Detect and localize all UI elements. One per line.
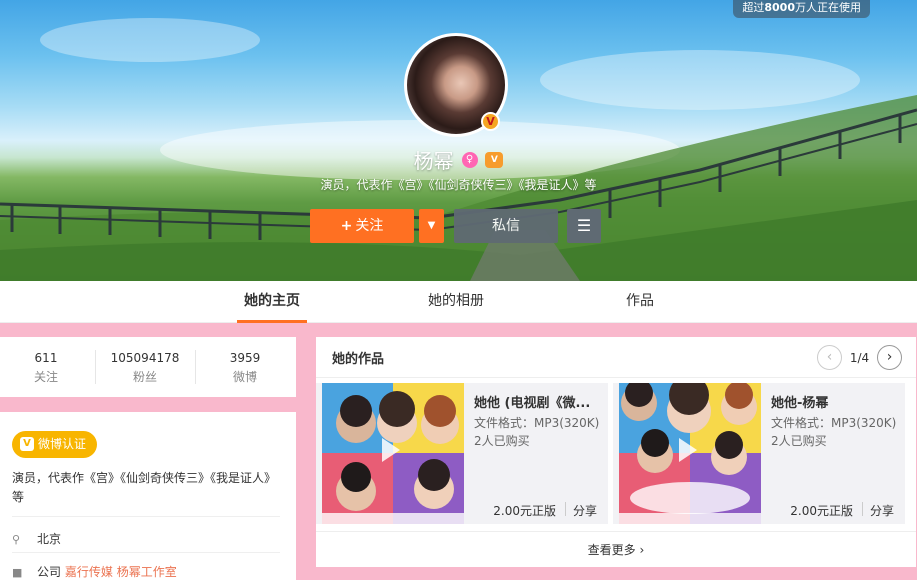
divider (12, 552, 280, 553)
stat-following[interactable]: 611 关注 (0, 351, 95, 385)
profile-cover: 超过8000万人正在使用 V 杨幂 ♀ V 演员，代表作《宫》《仙剑奇侠传三》《… (0, 0, 917, 281)
follow-label: 关注 (355, 218, 384, 234)
users-online-banner: 超过8000万人正在使用 (733, 0, 870, 18)
follow-button[interactable]: + 关注 (310, 209, 414, 243)
profile-name: 杨幂 (413, 149, 454, 173)
location-row: ⚲ 北京 (12, 530, 280, 547)
work-card[interactable]: 她他 (电视剧《微... 文件格式：MP3(320K) 2人已购买 2.00元正… (316, 383, 608, 524)
vip-icon[interactable]: V (485, 151, 504, 168)
work-buyers: 2人已购买 (771, 434, 827, 448)
tab-photos[interactable]: 她的相册 (421, 281, 491, 323)
weibo-verified-badge[interactable]: V 微博认证 (12, 431, 98, 458)
stat-followers[interactable]: 105094178 粉丝 (96, 351, 194, 385)
stat-label: 粉丝 (132, 370, 157, 384)
divider (316, 531, 916, 532)
work-format: 文件格式：MP3(320K) (771, 416, 897, 430)
location-value: 北京 (37, 532, 62, 546)
works-pager: ‹ 1/4 › (817, 345, 902, 371)
company-link-2[interactable]: 杨幂工作室 (117, 565, 177, 579)
page-indicator: 1/4 (849, 350, 870, 365)
company-link-1[interactable]: 嘉行传媒 (65, 565, 113, 579)
plus-icon: + (340, 218, 353, 234)
stat-value: 105094178 (110, 351, 180, 365)
work-price[interactable]: 2.00元正版 (790, 502, 853, 519)
work-cover-image[interactable] (322, 383, 464, 524)
play-icon[interactable] (679, 438, 697, 462)
profile-bio: 演员，代表作《宫》《仙剑奇侠传三》《我是证人》等 (320, 178, 597, 192)
briefcase-icon: ■ (12, 566, 23, 579)
work-price[interactable]: 2.00元正版 (493, 502, 556, 519)
more-menu-button[interactable]: ☰ (567, 209, 601, 243)
work-buyers: 2人已购买 (474, 434, 530, 448)
works-panel: 她的作品 ‹ 1/4 › 她他 (电视剧《微... 文件格式：MP3(320K) (316, 337, 916, 567)
next-page-button[interactable]: › (877, 345, 902, 370)
work-cover-image[interactable] (619, 383, 761, 524)
work-title[interactable]: 她他-杨幂 (771, 392, 899, 411)
info-panel: V 微博认证 演员，代表作《宫》《仙剑奇侠传三》《我是证人》等 ⚲ 北京 ■ 公司 嘉… (0, 412, 296, 580)
v-badge-icon: V (481, 112, 500, 131)
verified-label: 微博认证 (38, 437, 87, 451)
share-button[interactable]: 分享 (870, 502, 894, 519)
stat-label: 关注 (33, 370, 58, 384)
view-more-label: 查看更多 (587, 543, 636, 557)
divider (316, 377, 916, 378)
play-icon[interactable] (382, 438, 400, 462)
work-title[interactable]: 她他 (电视剧《微... (474, 392, 602, 411)
stats-panel: 611 关注 105094178 粉丝 3959 微博 (0, 337, 296, 397)
stat-value: 3959 (229, 351, 261, 365)
share-button[interactable]: 分享 (573, 502, 597, 519)
users-count: 8000 (764, 1, 795, 14)
company-label: 公司 (37, 565, 62, 579)
view-more-link[interactable]: 查看更多 › (316, 541, 916, 558)
profile-tabs: 她的主页 她的相册 作品 (0, 281, 917, 323)
stat-value: 611 (34, 351, 58, 365)
info-bio: 演员，代表作《宫》《仙剑奇侠传三》《我是证人》等 (12, 471, 271, 504)
tab-home[interactable]: 她的主页 (237, 281, 307, 323)
company-row: ■ 公司 嘉行传媒 杨幂工作室 (12, 563, 280, 580)
divider (565, 502, 566, 516)
profile-name-row: 杨幂 ♀ V (0, 145, 917, 173)
work-card[interactable]: 她他-杨幂 文件格式：MP3(320K) 2人已购买 2.00元正版 分享 (613, 383, 905, 524)
work-format: 文件格式：MP3(320K) (474, 416, 600, 430)
caret-down-icon: ▼ (427, 220, 436, 231)
users-suffix: 万人正在使用 (795, 1, 861, 14)
message-button[interactable]: 私信 (454, 209, 558, 243)
female-icon[interactable]: ♀ (461, 151, 478, 168)
verified-v-icon: V (20, 436, 34, 451)
menu-icon: ☰ (576, 216, 592, 235)
divider (12, 516, 280, 517)
divider (862, 502, 863, 516)
chevron-right-icon: › (639, 543, 645, 557)
works-title: 她的作品 (332, 352, 385, 367)
stat-label: 微博 (232, 370, 257, 384)
follow-dropdown-button[interactable]: ▼ (419, 209, 444, 243)
location-pin-icon: ⚲ (12, 533, 21, 546)
users-prefix: 超过 (742, 1, 765, 14)
stat-posts[interactable]: 3959 微博 (196, 351, 294, 385)
prev-page-button[interactable]: ‹ (817, 345, 843, 370)
tab-works[interactable]: 作品 (620, 281, 660, 323)
